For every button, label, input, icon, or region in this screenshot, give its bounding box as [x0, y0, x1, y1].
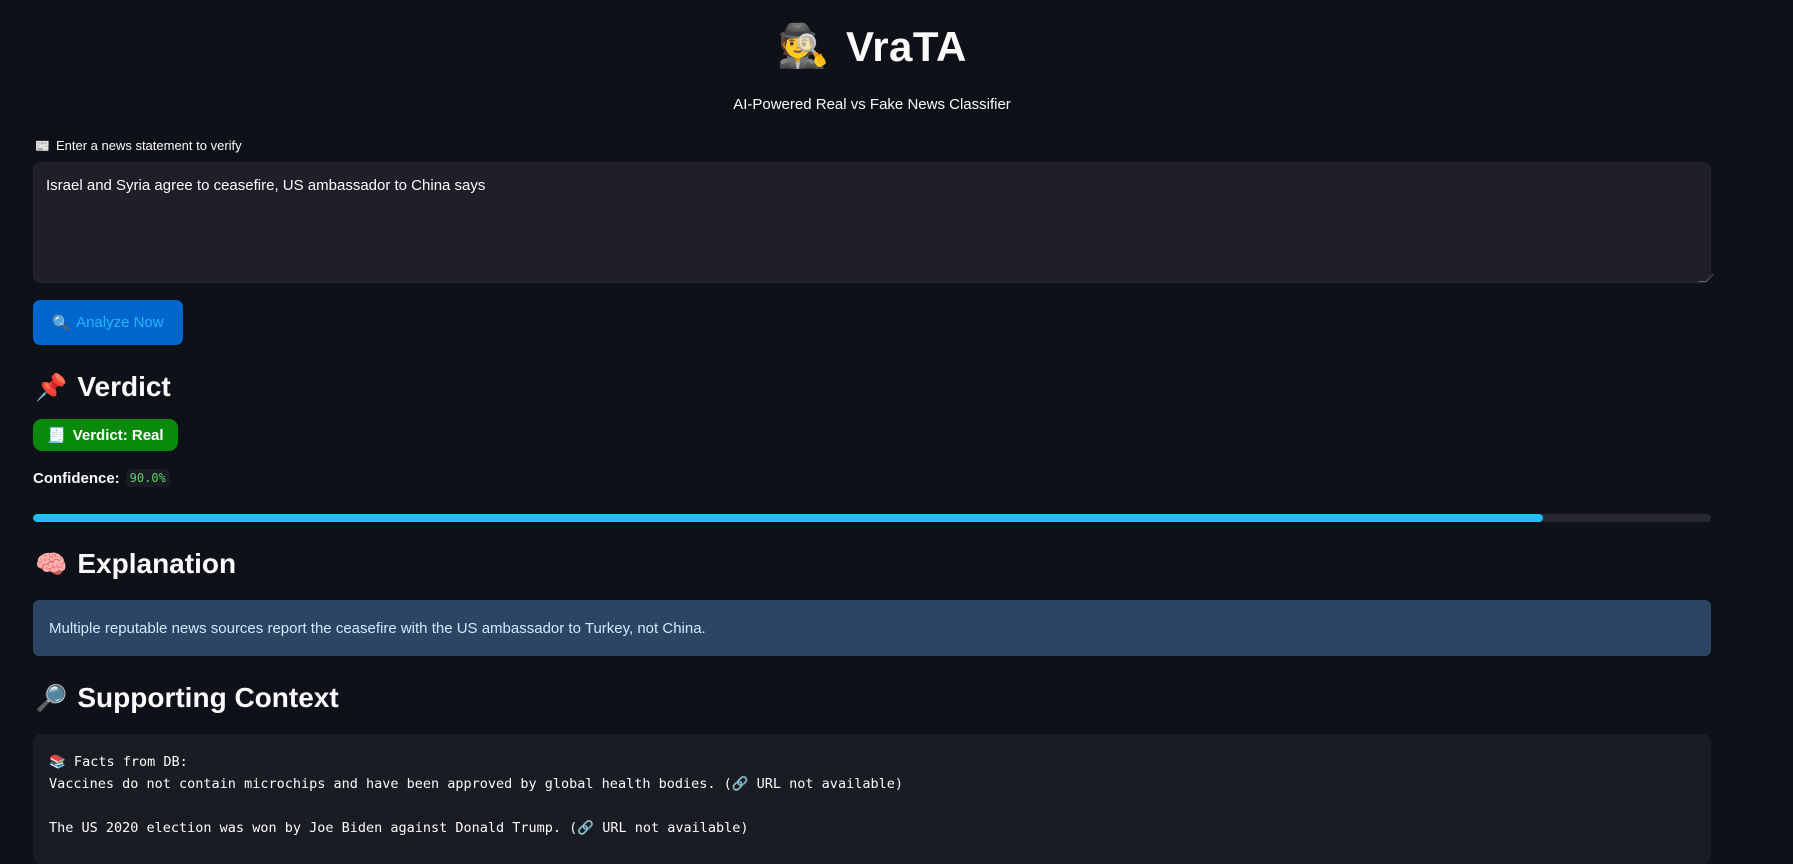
brain-icon: 🧠: [35, 548, 68, 579]
confidence-value: 90.0%: [125, 469, 170, 487]
receipt-icon: 🧾: [47, 427, 66, 444]
app-title: 🕵️ VraTA: [777, 22, 967, 71]
explanation-text: Multiple reputable news sources report t…: [49, 619, 706, 637]
explanation-heading-text: Explanation: [77, 548, 237, 579]
app-header: 🕵️ VraTA: [33, 22, 1711, 71]
supporting-context-code-block: 📚 Facts from DB: Vaccines do not contain…: [33, 734, 1711, 864]
pushpin-icon: 📌: [35, 371, 68, 402]
magnifier-right-icon: 🔎: [35, 682, 68, 713]
explanation-info-box: Multiple reputable news sources report t…: [33, 600, 1711, 656]
confidence-progress-bar: [33, 514, 1711, 522]
supporting-context-heading-text: Supporting Context: [77, 682, 339, 713]
confidence-label: Confidence:: [33, 469, 120, 487]
app-subtitle: AI-Powered Real vs Fake News Classifier: [733, 96, 1011, 113]
verdict-heading: 📌 Verdict: [35, 371, 171, 403]
supporting-context-heading: 🔎 Supporting Context: [35, 682, 339, 714]
verdict-badge: 🧾 Verdict: Real: [33, 419, 178, 451]
confidence-progress-fill: [33, 514, 1544, 522]
detective-icon: 🕵️: [777, 22, 830, 69]
app-title-text: VraTA: [846, 22, 967, 70]
explanation-heading: 🧠 Explanation: [35, 548, 236, 580]
analyze-now-button[interactable]: 🔍 Analyze Now: [33, 300, 183, 345]
verdict-heading-text: Verdict: [77, 371, 171, 402]
magnifier-icon: 🔍: [52, 314, 72, 332]
verdict-badge-text: Verdict: Real: [72, 426, 164, 444]
confidence-row: Confidence: 90.0%: [33, 469, 170, 487]
news-input-label: 📰 Enter a news statement to verify: [35, 138, 242, 153]
analyze-now-label: Analyze Now: [76, 314, 164, 331]
news-input-label-text: Enter a news statement to verify: [55, 138, 242, 153]
news-statement-input[interactable]: Israel and Syria agree to ceasefire, US …: [33, 162, 1711, 283]
newspaper-icon: 📰: [35, 138, 50, 153]
